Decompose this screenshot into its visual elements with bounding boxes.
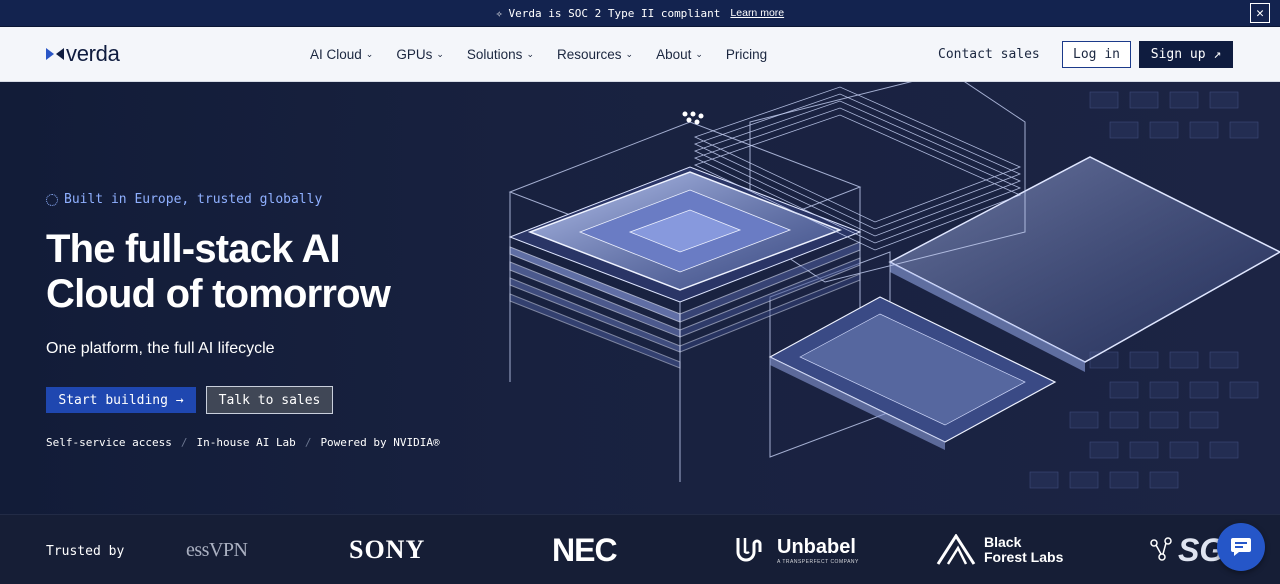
- chevron-down-icon: ⌄: [365, 49, 374, 59]
- nav-item-label: GPUs: [396, 47, 433, 62]
- black-forest-labs-logo: Black Forest Labs: [936, 515, 1063, 584]
- brand-name: verda: [66, 41, 120, 66]
- logo-text: essVPN: [186, 538, 248, 561]
- nav-item-gpus[interactable]: GPUs ⌄: [396, 47, 444, 62]
- close-icon: ✕: [1256, 5, 1264, 21]
- unbabel-logo: Unbabel A TRANSPERFECT COMPANY: [735, 515, 859, 584]
- main-navigation: verda AI Cloud ⌄ GPUs ⌄ Solutions ⌄ Resourc…: [0, 27, 1280, 82]
- feature-separator: /: [304, 436, 312, 449]
- hero-tagline: Built in Europe, trusted globally: [46, 192, 322, 207]
- hero-subheadline: One platform, the full AI lifecycle: [46, 340, 275, 357]
- feature-item: Powered by NVIDIA®: [320, 436, 440, 449]
- feature-item: Self-service access: [46, 436, 172, 449]
- signup-button[interactable]: Sign up ↗: [1139, 41, 1233, 68]
- hero-features: Self-service access / In-house AI Lab / …: [46, 436, 440, 449]
- sg-logo: SG: [1148, 515, 1224, 584]
- announcement-banner: ✧ Verda is SOC 2 Type II compliant Learn…: [0, 0, 1280, 27]
- hero-headline: The full-stack AI Cloud of tomorrow: [46, 227, 466, 317]
- logo-text: NEC: [552, 531, 618, 568]
- loader-dots-icon: [46, 193, 58, 206]
- close-banner-button[interactable]: ✕: [1250, 3, 1270, 23]
- learn-more-link[interactable]: Learn more: [730, 7, 784, 19]
- nav-item-solutions[interactable]: Solutions ⌄: [467, 47, 534, 62]
- nav-item-label: Solutions: [466, 47, 523, 62]
- unbabel-tagline: A TRANSPERFECT COMPANY: [777, 558, 859, 565]
- contact-sales-link[interactable]: Contact sales: [938, 47, 1040, 62]
- hero-section: Built in Europe, trusted globally The fu…: [0, 82, 1280, 514]
- sparkle-icon: ✧: [495, 6, 503, 20]
- hero-chip-illustration: [508, 82, 1280, 489]
- nav-item-ai-cloud[interactable]: AI Cloud ⌄: [310, 47, 373, 62]
- logo-text: Forest Labs: [984, 549, 1064, 565]
- logo-text: Black: [984, 534, 1022, 550]
- nav-item-about[interactable]: About ⌄: [656, 47, 703, 62]
- nav-item-resources[interactable]: Resources ⌄: [557, 47, 633, 62]
- trusted-by-label: Trusted by: [46, 544, 125, 559]
- feature-item: In-house AI Lab: [196, 436, 296, 449]
- nav-item-label: Pricing: [725, 47, 768, 62]
- chevron-down-icon: ⌄: [436, 49, 444, 59]
- triangle-logo-icon: [936, 534, 976, 565]
- nav-menu: AI Cloud ⌄ GPUs ⌄ Solutions ⌄ Resources ⌄ Ab…: [310, 27, 790, 82]
- network-nodes-icon: [1150, 537, 1172, 561]
- nav-item-label: About: [656, 47, 692, 62]
- brand-logo[interactable]: verda: [46, 41, 120, 67]
- sony-logo: SONY: [349, 515, 425, 584]
- chevron-down-icon: ⌄: [695, 49, 703, 59]
- start-building-button[interactable]: Start building →: [46, 387, 196, 413]
- unbabel-mark-icon: [736, 538, 762, 562]
- chat-bubble-icon: [1231, 538, 1251, 556]
- logo-text: SONY: [349, 535, 426, 564]
- nav-item-label: AI Cloud: [310, 47, 362, 62]
- headline-line-2: Cloud of tomorrow: [46, 272, 391, 316]
- talk-to-sales-button[interactable]: Talk to sales: [206, 386, 333, 414]
- trusted-by-section: Trusted by essVPN SONY NEC Unbabel A TRA…: [0, 514, 1280, 584]
- banner-text: Verda is SOC 2 Type II compliant: [508, 6, 721, 20]
- nav-item-label: Resources: [556, 47, 622, 62]
- login-button[interactable]: Log in: [1062, 41, 1131, 68]
- nec-logo: NEC: [552, 515, 618, 584]
- chevron-down-icon: ⌄: [625, 49, 634, 59]
- verda-logo-icon: [46, 48, 64, 60]
- logo-text: Unbabel: [777, 535, 856, 558]
- feature-separator: /: [180, 436, 188, 449]
- nav-item-pricing[interactable]: Pricing: [726, 47, 767, 62]
- headline-line-1: The full-stack AI: [46, 227, 341, 271]
- chevron-down-icon: ⌄: [526, 49, 534, 59]
- expressvpn-logo: essVPN: [186, 515, 248, 584]
- tagline-text: Built in Europe, trusted globally: [64, 192, 323, 207]
- chat-widget-button[interactable]: [1217, 523, 1265, 571]
